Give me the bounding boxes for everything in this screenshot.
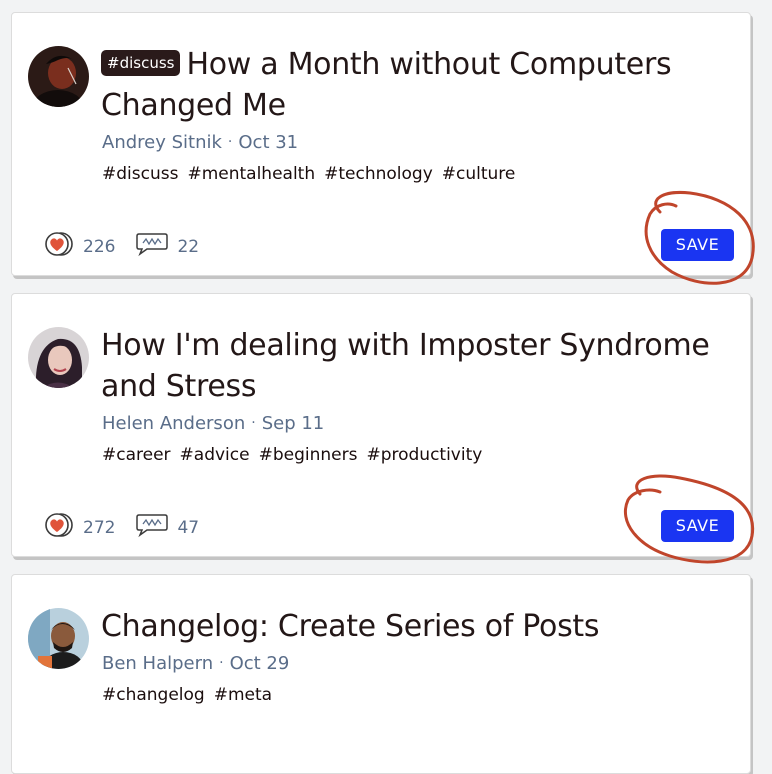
post-meta: Ben Halpern · Oct 29 [102,653,289,674]
post-title[interactable]: #discuss How a Month without Computers Ch… [101,44,731,126]
author-name[interactable]: Helen Anderson [102,413,245,434]
tag-link[interactable]: #advice [180,445,250,465]
heart-icon[interactable] [43,512,75,543]
post-title-text[interactable]: How a Month without Computers Changed Me [101,47,672,123]
comments-count: 47 [177,517,200,538]
post-card[interactable]: How I'm dealing with Imposter Syndrome a… [11,293,751,557]
meta-separator: · [227,134,233,150]
comments-count: 22 [177,236,200,257]
tag-link[interactable]: #productivity [366,445,482,465]
tag-list: #discuss #mentalhealth #technology #culture [102,164,524,184]
tag-list: #career #advice #beginners #productivity [102,445,491,465]
post-date[interactable]: Oct 31 [238,132,298,153]
save-button[interactable]: SAVE [661,510,734,542]
post-meta: Andrey Sitnik · Oct 31 [102,132,298,153]
post-date[interactable]: Sep 11 [262,413,325,434]
reactions-count: 272 [83,517,116,538]
post-title-text[interactable]: How I'm dealing with Imposter Syndrome a… [101,328,710,404]
post-title[interactable]: How I'm dealing with Imposter Syndrome a… [101,325,731,407]
save-button[interactable]: SAVE [661,229,734,261]
meta-separator: · [251,415,256,431]
comment-bubble-icon[interactable] [135,512,169,543]
post-card[interactable]: Changelog: Create Series of Posts Ben Ha… [11,574,751,774]
post-title[interactable]: Changelog: Create Series of Posts [101,606,731,647]
tag-link[interactable]: #meta [214,685,272,705]
tag-link[interactable]: #discuss [102,164,178,184]
comment-bubble-icon[interactable] [135,231,169,262]
tag-link[interactable]: #technology [324,164,433,184]
engagement-bar: 272 47 [43,512,219,543]
author-name[interactable]: Ben Halpern [102,653,213,674]
tag-link[interactable]: #mentalhealth [187,164,315,184]
post-title-text[interactable]: Changelog: Create Series of Posts [101,609,600,644]
author-name[interactable]: Andrey Sitnik [102,132,222,153]
tag-link[interactable]: #career [102,445,171,465]
meta-separator: · [219,655,224,671]
author-avatar[interactable] [28,46,89,107]
discuss-badge[interactable]: #discuss [101,50,181,76]
author-avatar[interactable] [28,327,89,388]
engagement-bar: 226 22 [43,231,219,262]
tag-list: #changelog #meta [102,685,281,705]
heart-icon[interactable] [43,231,75,262]
tag-link[interactable]: #beginners [259,445,358,465]
tag-link[interactable]: #culture [442,164,516,184]
post-card[interactable]: #discuss How a Month without Computers Ch… [11,12,751,276]
tag-link[interactable]: #changelog [102,685,205,705]
author-avatar[interactable] [28,608,89,669]
post-meta: Helen Anderson · Sep 11 [102,413,324,434]
reactions-count: 226 [83,236,116,257]
post-date[interactable]: Oct 29 [230,653,290,674]
